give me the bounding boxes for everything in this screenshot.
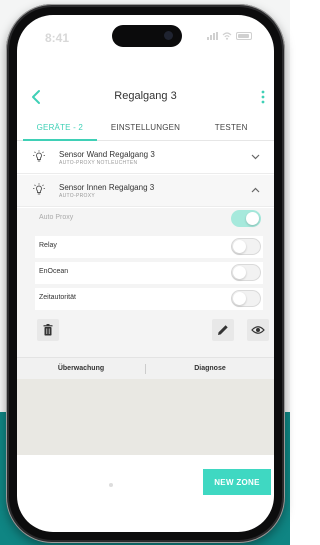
- page-title: Regalgang 3: [114, 90, 177, 102]
- setting-label: Auto Proxy: [39, 214, 74, 221]
- view-button[interactable]: [247, 319, 269, 341]
- delete-button[interactable]: [37, 319, 59, 341]
- tab-devices[interactable]: GERÄTE - 2: [17, 115, 103, 141]
- enocean-toggle[interactable]: [231, 264, 261, 281]
- page-indicator-dot: [109, 483, 113, 487]
- toggle-knob: [233, 240, 246, 253]
- camera-dot: [164, 31, 173, 40]
- relay-toggle[interactable]: [231, 238, 261, 255]
- sensor-item-wand[interactable]: Sensor Wand Regalgang 3 AUTO-PROXY NOTLE…: [17, 142, 274, 174]
- sensor-subtitle: AUTO-PROXY NOTLEUCHTEN: [59, 160, 138, 166]
- sensor-name: Sensor Wand Regalgang 3: [59, 150, 155, 159]
- setting-label: Zeitautorität: [39, 294, 76, 301]
- battery-icon: [236, 32, 252, 40]
- more-vertical-icon[interactable]: [258, 89, 268, 105]
- toggle-knob: [233, 292, 246, 305]
- app-screen: 8:41 Regalgang 3 GERÄTE - 2 EINSTELLUNGE…: [17, 15, 274, 532]
- toggle-knob: [246, 212, 259, 225]
- signal-icon: [207, 32, 218, 40]
- content-area: [17, 379, 274, 455]
- new-zone-button[interactable]: NEW ZONE: [203, 469, 271, 495]
- subtab-monitoring[interactable]: Überwachung: [17, 365, 145, 372]
- sensor-subtitle: AUTO-PROXY: [59, 193, 95, 199]
- tab-settings[interactable]: EINSTELLUNGEN: [103, 115, 189, 140]
- trash-icon: [43, 324, 53, 336]
- status-time: 8:41: [45, 31, 70, 45]
- sensor-name: Sensor Innen Regalgang 3: [59, 183, 155, 192]
- lightbulb-icon: [33, 150, 45, 162]
- chevron-down-icon[interactable]: [251, 154, 260, 160]
- setting-row-auto-proxy: Auto Proxy: [35, 208, 263, 230]
- sensor-detail-panel: Auto Proxy Relay EnOcean Zeitautorität: [17, 208, 274, 357]
- setting-label: Relay: [39, 242, 57, 249]
- toggle-knob: [233, 266, 246, 279]
- auto-proxy-toggle[interactable]: [231, 210, 261, 227]
- setting-row-enocean: EnOcean: [35, 262, 263, 284]
- wifi-icon: [222, 32, 232, 40]
- setting-label: EnOcean: [39, 268, 69, 275]
- status-bar: 8:41: [17, 15, 274, 51]
- lightbulb-icon: [33, 183, 45, 195]
- eye-icon: [251, 326, 265, 334]
- tab-testing[interactable]: TESTEN: [188, 115, 274, 140]
- setting-row-relay: Relay: [35, 236, 263, 258]
- setting-row-zeitautoritaet: Zeitautorität: [35, 288, 263, 310]
- status-icons: [207, 32, 252, 40]
- nav-bar: Regalgang 3: [17, 87, 274, 111]
- tab-bar: GERÄTE - 2 EINSTELLUNGEN TESTEN: [17, 115, 274, 141]
- chevron-up-icon[interactable]: [251, 187, 260, 193]
- subtab-bar: Überwachung Diagnose: [17, 357, 274, 379]
- subtab-diagnosis[interactable]: Diagnose: [146, 365, 274, 372]
- dynamic-island: [112, 25, 182, 47]
- zeitautoritaet-toggle[interactable]: [231, 290, 261, 307]
- pencil-icon: [218, 325, 228, 335]
- phone-frame: 8:41 Regalgang 3 GERÄTE - 2 EINSTELLUNGE…: [6, 4, 285, 543]
- sensor-item-innen[interactable]: Sensor Innen Regalgang 3 AUTO-PROXY: [17, 175, 274, 207]
- edit-button[interactable]: [212, 319, 234, 341]
